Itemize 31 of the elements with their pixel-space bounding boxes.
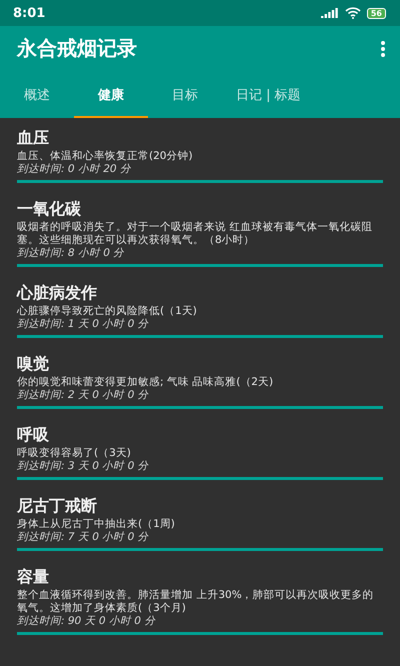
milestone-description: 身体上从尼古丁中抽出来(（1周) xyxy=(17,518,176,531)
milestone-title: 呼吸 xyxy=(17,425,50,445)
milestone-title: 容量 xyxy=(17,567,50,587)
reached-time: 到达时间: 7 天 0 小时 0 分 xyxy=(17,531,150,544)
milestone-description: 整个血液循环得到改善。肺活量增加 上升30%，肺部可以再次吸收更多的氧气。这增加了身体素质(（3个月) xyxy=(17,589,375,615)
tab[interactable]: 日记 | 标题 xyxy=(222,71,315,118)
milestone-title: 血压 xyxy=(17,128,50,148)
milestone-description: 血压、体温和心率恢复正常(20分钟) xyxy=(17,150,194,163)
clock-time: 8:01 xyxy=(13,6,46,20)
milestone-description: 你的嗅觉和味蕾变得更加敏感; 气味 品味高雅(（2天) xyxy=(17,376,274,389)
reached-time: 到达时间: 3 天 0 小时 0 分 xyxy=(17,460,150,473)
wifi-icon xyxy=(344,7,361,19)
reached-time: 到达时间: 2 天 0 小时 0 分 xyxy=(17,389,150,402)
more-menu-icon[interactable] xyxy=(380,40,386,58)
milestone-description: 心脏骤停导致死亡的风险降低(（1天) xyxy=(17,305,198,318)
tab[interactable]: 健康 xyxy=(74,71,148,118)
tab[interactable]: 目标 xyxy=(148,71,222,118)
milestone-title: 一氧化碳 xyxy=(17,199,82,219)
milestone-title: 嗅觉 xyxy=(17,354,50,374)
battery-icon: 56 xyxy=(366,8,386,18)
reached-time: 到达时间: 0 小时 20 分 xyxy=(17,163,132,176)
milestone-description: 呼吸变得容易了(（3天) xyxy=(17,447,132,460)
milestone-title: 心脏病发作 xyxy=(17,283,98,303)
app-title: 永合戒烟记录 xyxy=(17,35,137,62)
milestone-title: 尼古丁戒断 xyxy=(17,496,98,516)
tab[interactable]: 概述 xyxy=(0,71,74,118)
milestone-description: 吸烟者的呼吸消失了。对于一个吸烟者来说 红血球被有毒气体一氧化碳阻塞。这些细胞现在可以再次获得氧气。（8小时） xyxy=(17,221,374,247)
signal-icon xyxy=(320,8,339,18)
reached-time: 到达时间: 1 天 0 小时 0 分 xyxy=(17,318,150,331)
reached-time: 到达时间: 90 天 0 小时 0 分 xyxy=(17,615,156,628)
reached-time: 到达时间: 8 小时 0 分 xyxy=(17,247,126,260)
